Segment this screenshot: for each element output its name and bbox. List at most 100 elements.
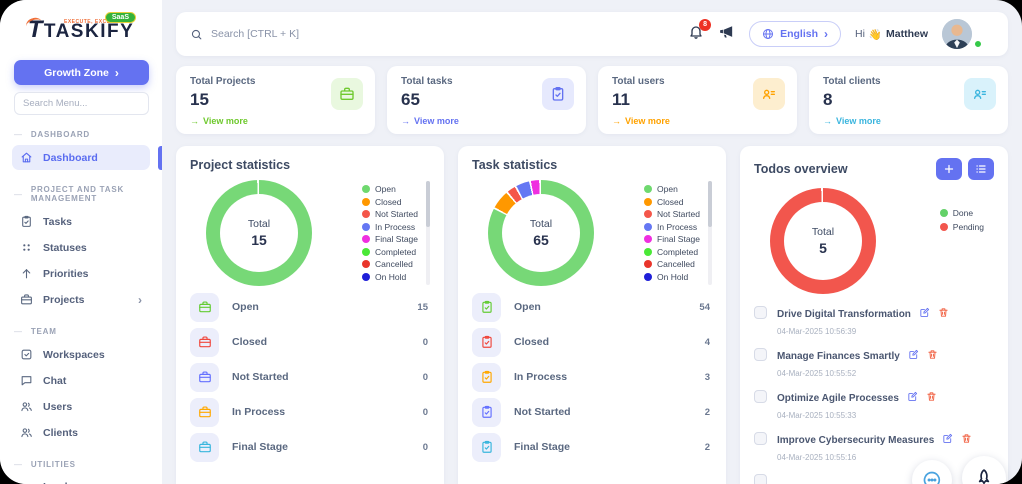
wave-emoji: 👋 <box>868 28 882 41</box>
legend-item[interactable]: Final Stage <box>644 234 700 244</box>
sidebar-search-input[interactable] <box>14 92 149 115</box>
notifications-button[interactable]: 8 <box>688 18 712 45</box>
rocket-icon <box>974 468 994 484</box>
sidebar-item-priorities[interactable]: Priorities <box>12 261 150 286</box>
legend-dot <box>362 197 370 206</box>
legend-item[interactable]: Cancelled <box>362 259 418 269</box>
panel-title: Project statistics <box>190 158 291 172</box>
section-label-project-task: PROJECT AND TASK MANAGEMENT <box>14 185 148 203</box>
stat-card-total-clients: Total clients 8 View more <box>809 66 1008 134</box>
arrow-right-icon <box>190 116 199 126</box>
sidebar-item-leads-management[interactable]: Leads Management › <box>12 475 150 484</box>
status-count: 0 <box>422 406 428 418</box>
briefcase-icon <box>331 78 363 110</box>
legend-item[interactable]: Cancelled <box>644 259 700 269</box>
sidebar-item-workspaces[interactable]: Workspaces <box>12 342 150 367</box>
todo-checkbox[interactable] <box>754 306 767 319</box>
legend-dot <box>644 260 652 269</box>
todo-checkbox[interactable] <box>754 432 767 445</box>
notification-badge: 8 <box>699 18 712 31</box>
tasks-icon <box>20 215 33 228</box>
view-more-link[interactable]: View more <box>823 116 994 126</box>
view-more-link[interactable]: View more <box>190 116 361 126</box>
legend-scrollbar[interactable] <box>708 181 712 285</box>
user-avatar[interactable] <box>942 19 972 49</box>
todo-list-button[interactable] <box>968 158 994 180</box>
todo-checkbox[interactable] <box>754 348 767 361</box>
legend-item[interactable]: In Process <box>362 222 418 232</box>
trash-icon[interactable] <box>927 347 938 365</box>
edit-icon[interactable] <box>942 431 953 449</box>
add-todo-button[interactable] <box>936 158 962 180</box>
todo-checkbox[interactable] <box>754 474 767 484</box>
workspaces-icon <box>20 348 33 361</box>
chat-bubble-icon <box>922 470 942 484</box>
trash-icon[interactable] <box>926 389 937 407</box>
status-row: Final Stage 0 <box>190 432 430 462</box>
todo-checkbox[interactable] <box>754 390 767 403</box>
sidebar-item-users[interactable]: Users <box>12 394 150 419</box>
briefcase-icon <box>190 362 219 392</box>
legend-item[interactable]: Done <box>939 208 984 218</box>
legend-item[interactable]: Completed <box>362 247 418 257</box>
trash-icon[interactable] <box>938 305 949 323</box>
legend-item[interactable]: Open <box>362 184 418 194</box>
status-legend: Open Closed Not Started In Process Final… <box>644 184 700 282</box>
view-more-link[interactable]: View more <box>401 116 572 126</box>
chevron-icon <box>824 27 828 41</box>
sidebar-item-clients[interactable]: Clients <box>12 420 150 445</box>
todos-donut-chart: Total 5 <box>770 188 876 294</box>
todos-overview-panel: Todos overview Total 5 Done Pending Driv… <box>740 146 1008 484</box>
rocket-fab-button[interactable] <box>962 456 1006 484</box>
trash-icon[interactable] <box>961 431 972 449</box>
status-row: Closed 4 <box>472 327 712 357</box>
chat-fab-button[interactable] <box>912 460 952 484</box>
edit-icon[interactable] <box>919 305 930 323</box>
todo-item: Manage Finances Smartly 04-Mar-2025 10:5… <box>754 347 994 378</box>
announcements-button[interactable] <box>718 23 735 45</box>
briefcase-icon <box>190 397 219 427</box>
status-row: Final Stage 2 <box>472 432 712 462</box>
floating-buttons <box>912 456 1006 484</box>
legend-dot <box>362 260 370 269</box>
edit-icon[interactable] <box>907 389 918 407</box>
list-icon <box>975 163 987 175</box>
sidebar-item-projects[interactable]: Projects › <box>12 287 150 312</box>
legend-item[interactable]: Not Started <box>362 209 418 219</box>
status-count: 0 <box>422 371 428 383</box>
briefcase-icon <box>190 292 219 322</box>
legend-item[interactable]: Final Stage <box>362 234 418 244</box>
user-card-icon <box>753 78 785 110</box>
home-icon <box>20 151 33 164</box>
top-bar: 8 English Hi👋Matthew <box>176 12 1008 56</box>
global-search-input[interactable] <box>211 28 689 40</box>
legend-item[interactable]: Not Started <box>644 209 700 219</box>
legend-item[interactable]: Closed <box>644 197 700 207</box>
statuses-icon <box>20 241 33 254</box>
sidebar-item-tasks[interactable]: Tasks <box>12 209 150 234</box>
chevron-right-icon <box>115 66 119 80</box>
chevron-right-icon: › <box>138 292 142 307</box>
sidebar-item-chat[interactable]: Chat <box>12 368 150 393</box>
legend-item[interactable]: On Hold <box>362 272 418 282</box>
legend-item[interactable]: In Process <box>644 222 700 232</box>
task-statistics-panel: Task statistics Total 65 Open Closed Not… <box>458 146 726 484</box>
search-icon <box>190 28 203 41</box>
legend-scrollbar[interactable] <box>426 181 430 285</box>
legend-item[interactable]: Pending <box>939 222 984 232</box>
online-status-dot <box>974 40 982 48</box>
stat-card-total-users: Total users 11 View more <box>598 66 797 134</box>
view-more-link[interactable]: View more <box>612 116 783 126</box>
task-status-list: Open 54 Closed 4 In Process 3 Not Starte… <box>472 292 712 462</box>
app-window: EXECUTE, EXCEL SaaS TTASKIFY Growth Zone… <box>0 0 1022 484</box>
sidebar-item-dashboard[interactable]: Dashboard <box>12 145 162 170</box>
edit-icon[interactable] <box>908 347 919 365</box>
growth-zone-button[interactable]: Growth Zone <box>14 60 149 85</box>
language-selector[interactable]: English <box>749 21 841 47</box>
legend-item[interactable]: On Hold <box>644 272 700 282</box>
legend-item[interactable]: Closed <box>362 197 418 207</box>
legend-dot <box>362 210 370 219</box>
legend-item[interactable]: Open <box>644 184 700 194</box>
sidebar-item-statuses[interactable]: Statuses <box>12 235 150 260</box>
legend-item[interactable]: Completed <box>644 247 700 257</box>
